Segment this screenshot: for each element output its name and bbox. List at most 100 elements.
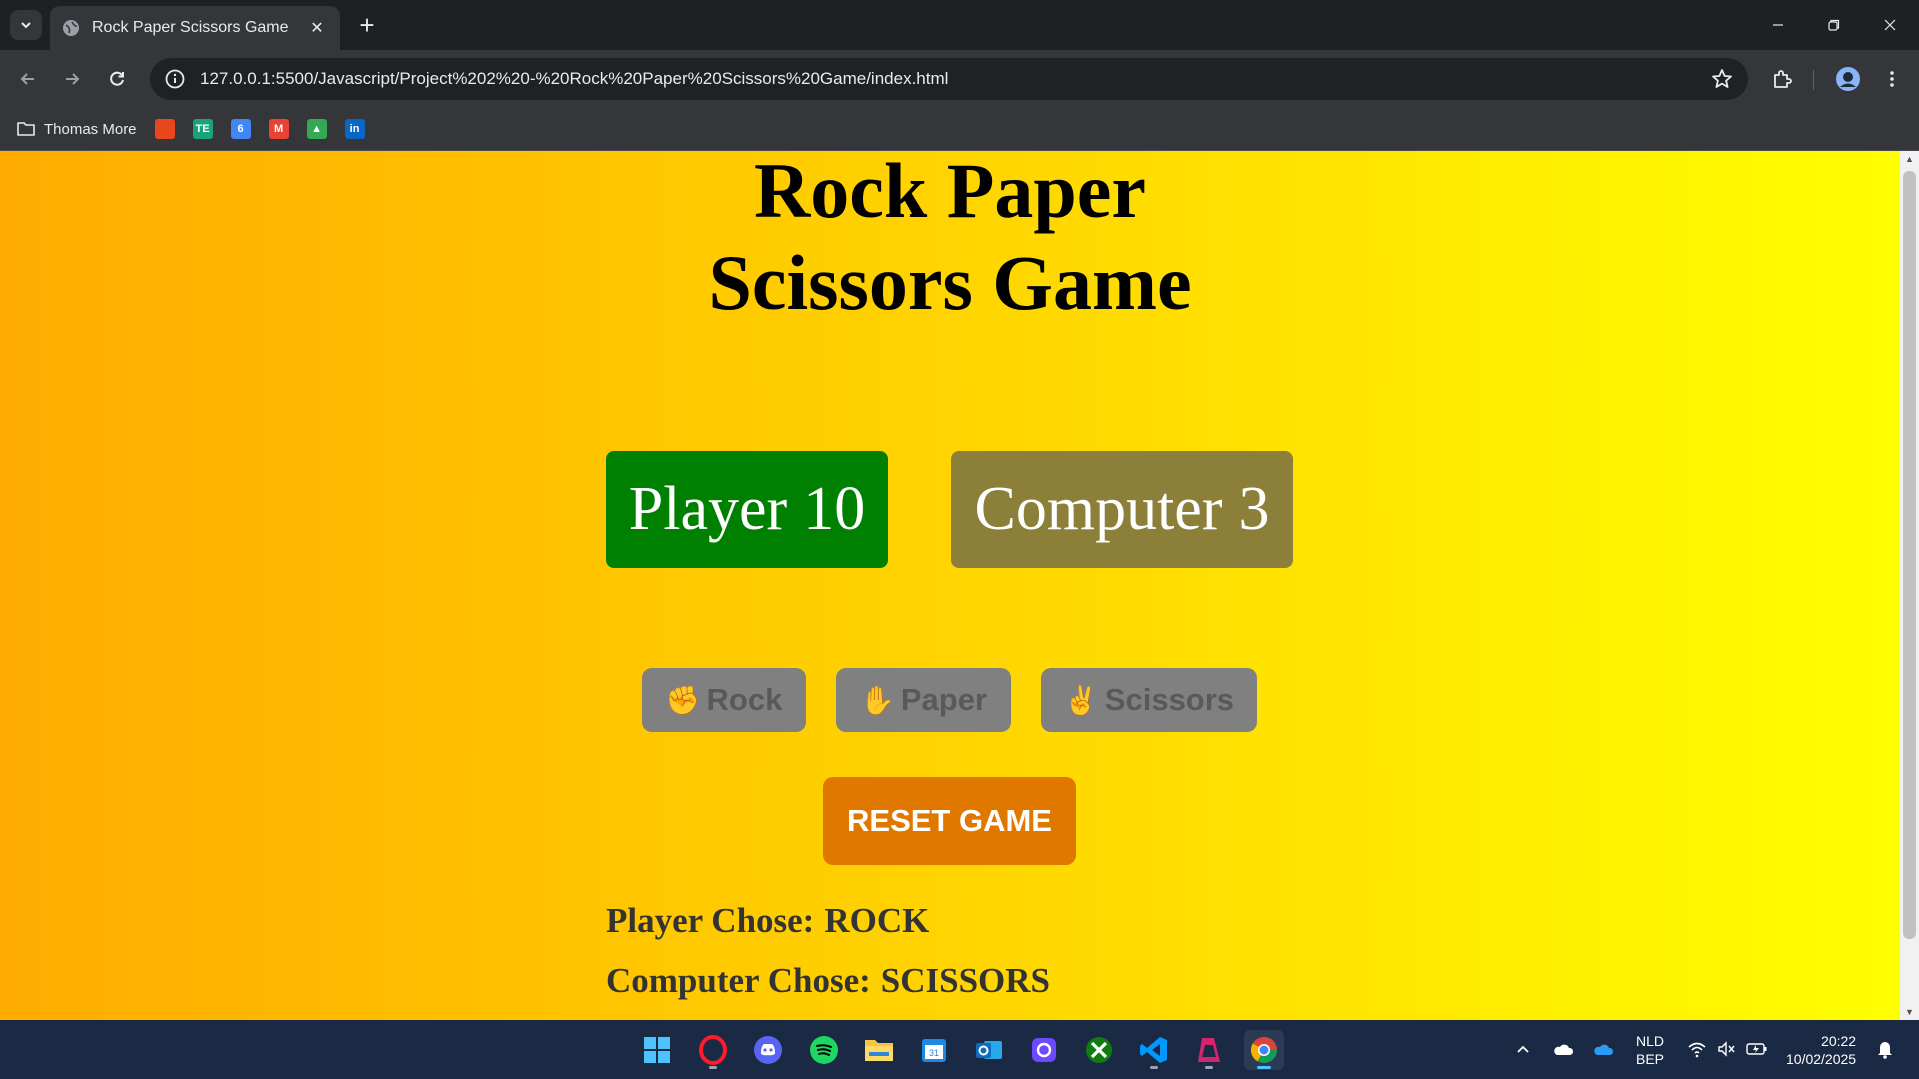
- tab-search-button[interactable]: [10, 10, 42, 40]
- spotify-logo-icon: [810, 1036, 838, 1064]
- affinity-logo-icon: [1198, 1038, 1220, 1062]
- computer-chose-value: SCISSORS: [880, 961, 1051, 1000]
- scrollbar-thumb[interactable]: [1903, 171, 1916, 939]
- page-viewport: Rock Paper Scissors Game Player 10 Comput…: [0, 151, 1919, 1020]
- paper-button-label: Paper: [900, 682, 988, 717]
- window-minimize-button[interactable]: [1750, 0, 1806, 50]
- language-indicator[interactable]: NLD BEP: [1636, 1020, 1664, 1079]
- browser-tab-active[interactable]: Rock Paper Scissors Game ✕: [50, 6, 340, 50]
- running-indicator: [1150, 1066, 1158, 1069]
- chrome-icon[interactable]: [1244, 1030, 1284, 1070]
- player-chose-label: Player Chose:: [606, 901, 815, 940]
- battery-charging-icon[interactable]: [1746, 1038, 1768, 1060]
- more-vertical-icon: [1890, 71, 1894, 87]
- bookmark-drive-icon[interactable]: ▲: [306, 119, 327, 139]
- window-close-button[interactable]: [1862, 0, 1918, 50]
- bookmark-gmail-icon[interactable]: M: [268, 119, 289, 139]
- extensions-button[interactable]: [1766, 63, 1798, 95]
- browser-menu-button[interactable]: [1876, 63, 1908, 95]
- onedrive-personal-icon[interactable]: [1552, 1038, 1574, 1060]
- discord-icon[interactable]: [748, 1030, 788, 1070]
- bookmark-calendar-icon[interactable]: 6: [230, 119, 251, 139]
- fist-icon: ✊: [665, 684, 701, 716]
- player-score-box: Player 10: [606, 451, 888, 568]
- computer-chose-label: Computer Chose:: [606, 961, 871, 1000]
- spotify-icon[interactable]: [804, 1030, 844, 1070]
- page-scrollbar[interactable]: ▲ ▼: [1900, 151, 1919, 1020]
- computer-choice-result: Computer Chose: SCISSORS: [606, 961, 1050, 1001]
- bookmark-folder-thomas-more[interactable]: Thomas More: [16, 120, 137, 138]
- wifi-icon[interactable]: [1686, 1038, 1708, 1060]
- vscode-icon[interactable]: [1134, 1030, 1174, 1070]
- window-restore-button[interactable]: [1806, 0, 1862, 50]
- reload-icon: [110, 71, 124, 86]
- scroll-down-arrow-icon[interactable]: ▼: [1900, 1004, 1919, 1020]
- bookmark-te-icon[interactable]: TE: [192, 119, 213, 139]
- paper-button[interactable]: ✋ Paper: [836, 668, 1011, 732]
- opera-logo-icon: [699, 1035, 727, 1065]
- proton-icon[interactable]: [1024, 1030, 1064, 1070]
- calendar-icon: 31: [922, 1039, 946, 1062]
- calendar-app-icon[interactable]: 31: [914, 1030, 954, 1070]
- reset-game-button[interactable]: RESET GAME: [823, 777, 1076, 865]
- chevron-up-icon[interactable]: [1512, 1038, 1534, 1060]
- avatar: [1836, 67, 1860, 91]
- chrome-logo-icon: [1250, 1037, 1278, 1064]
- bookmark-star-icon[interactable]: [1710, 67, 1734, 91]
- windows-start-icon[interactable]: [637, 1030, 677, 1070]
- running-indicator: [1257, 1066, 1271, 1069]
- raised-hand-icon: ✋: [859, 684, 895, 716]
- toolbar-divider: [1813, 70, 1814, 90]
- address-bar[interactable]: 127.0.0.1:5500/Javascript/Project%202%20…: [150, 58, 1748, 100]
- arrow-right-icon: [66, 73, 80, 85]
- player-score-value: 10: [803, 475, 866, 543]
- globe-icon: [63, 20, 79, 36]
- tab-title: Rock Paper Scissors Game: [92, 19, 289, 36]
- clock-time: 20:22: [1821, 1032, 1857, 1049]
- folder-icon: [17, 122, 35, 136]
- back-button[interactable]: [12, 63, 44, 95]
- running-indicator: [1205, 1066, 1213, 1069]
- player-choice-result: Player Chose: ROCK: [606, 901, 929, 941]
- outlook-logo-icon: [976, 1041, 1002, 1059]
- xbox-logo-icon: [1086, 1037, 1112, 1063]
- reload-button[interactable]: [101, 63, 133, 95]
- url-text[interactable]: 127.0.0.1:5500/Javascript/Project%202%20…: [200, 69, 1710, 89]
- windows-taskbar: 31 NLD BEP 20:22 10/02/2025: [0, 1020, 1919, 1079]
- affinity-icon[interactable]: [1189, 1030, 1229, 1070]
- onedrive-business-icon[interactable]: [1592, 1038, 1614, 1060]
- notification-bell-icon[interactable]: [1874, 1038, 1896, 1060]
- discord-logo-icon: [754, 1036, 782, 1064]
- chevron-down-icon: [21, 22, 31, 29]
- outlook-icon[interactable]: [969, 1030, 1009, 1070]
- system-clock[interactable]: 20:22 10/02/2025: [1786, 1020, 1856, 1079]
- forward-button[interactable]: [56, 63, 88, 95]
- vscode-logo-icon: [1140, 1037, 1167, 1063]
- scroll-up-arrow-icon[interactable]: ▲: [1900, 151, 1919, 167]
- scissors-button[interactable]: ✌ Scissors: [1041, 668, 1257, 732]
- rock-button-label: Rock: [706, 682, 783, 717]
- site-info-icon[interactable]: [164, 68, 186, 90]
- windows-logo-icon: [644, 1037, 670, 1063]
- file-explorer-icon[interactable]: [859, 1030, 899, 1070]
- minimize-icon: [1773, 24, 1783, 26]
- tab-close-icon[interactable]: ✕: [306, 17, 328, 39]
- computer-score-box: Computer 3: [951, 451, 1293, 568]
- scissors-button-label: Scissors: [1104, 682, 1235, 717]
- computer-score-label: Computer: [974, 475, 1223, 543]
- rock-button[interactable]: ✊ Rock: [642, 668, 806, 732]
- xbox-icon[interactable]: [1079, 1030, 1119, 1070]
- folder-icon: [865, 1040, 893, 1061]
- bookmark-linkedin-icon[interactable]: in: [344, 119, 365, 139]
- clock-date: 10/02/2025: [1786, 1050, 1857, 1067]
- browser-tabstrip: Rock Paper Scissors Game ✕ +: [0, 0, 1919, 50]
- volume-muted-icon[interactable]: [1716, 1038, 1738, 1060]
- language-code: NLD: [1636, 1032, 1665, 1049]
- profile-button[interactable]: [1832, 63, 1864, 95]
- opera-icon[interactable]: [693, 1030, 733, 1070]
- svg-text:31: 31: [929, 1048, 939, 1058]
- new-tab-button[interactable]: +: [352, 10, 382, 40]
- bookmark-red-square-icon[interactable]: [154, 119, 175, 139]
- arrow-left-icon: [20, 73, 34, 85]
- close-icon: [1884, 19, 1896, 31]
